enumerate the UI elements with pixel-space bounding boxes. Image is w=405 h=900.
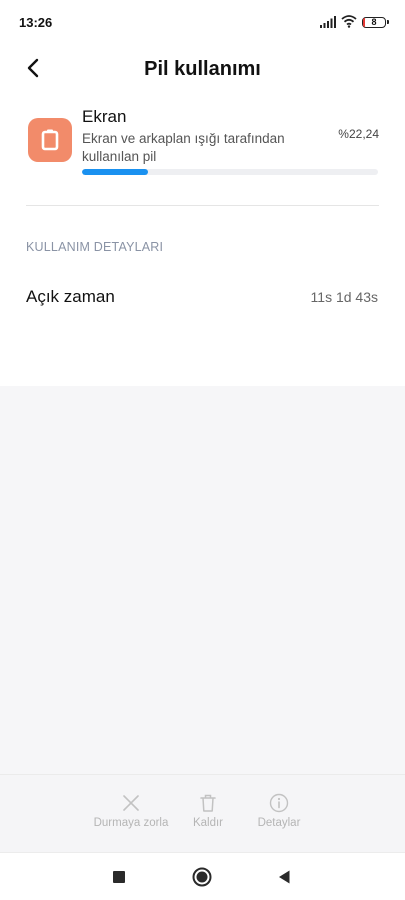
back-icon[interactable]	[274, 866, 296, 888]
details-label: Detaylar	[257, 817, 301, 829]
navigation-bar	[0, 852, 405, 900]
usage-progress-fill	[82, 169, 148, 175]
action-bar: Durmaya zorla Kaldır Detaylar	[0, 774, 405, 852]
trash-icon	[200, 794, 216, 812]
battery-icon: 8	[362, 17, 389, 28]
details-button[interactable]: Detaylar	[248, 775, 310, 853]
battery-tip	[387, 20, 389, 24]
wifi-icon	[341, 15, 357, 28]
divider	[26, 205, 379, 206]
app-name: Ekran	[82, 107, 127, 126]
usage-percent: %22,24	[338, 127, 379, 141]
page-title: Pil kullanımı	[144, 58, 261, 80]
recents-icon[interactable]	[108, 866, 130, 888]
uninstall-label: Kaldır	[192, 817, 224, 829]
battery-level-text: 8	[371, 17, 377, 27]
app-description: Ekran ve arkaplan ışığı tarafından kulla…	[82, 131, 285, 164]
section-title: KULLANIM DETAYLARI	[26, 240, 164, 254]
uninstall-button[interactable]: Kaldır	[183, 775, 233, 853]
home-icon[interactable]	[191, 866, 213, 888]
screen-on-time-label: Açık zaman	[26, 287, 115, 306]
battery-usage-page: Pil kullanımı Ekran Ekran ve arkaplan ış…	[0, 46, 405, 386]
info-icon	[269, 793, 289, 813]
status-time: 13:26	[19, 15, 53, 30]
close-icon	[123, 795, 139, 811]
status-bar: 13:26 8	[0, 0, 405, 46]
force-stop-button[interactable]: Durmaya zorla	[86, 775, 176, 853]
screen-icon	[41, 129, 59, 151]
usage-progress-bar	[82, 169, 378, 175]
force-stop-label: Durmaya zorla	[93, 817, 169, 829]
app-icon	[28, 118, 72, 162]
signal-icon	[320, 16, 336, 28]
screen-on-time-value: 11s 1d 43s	[310, 289, 378, 305]
battery-level-fill	[363, 18, 365, 27]
